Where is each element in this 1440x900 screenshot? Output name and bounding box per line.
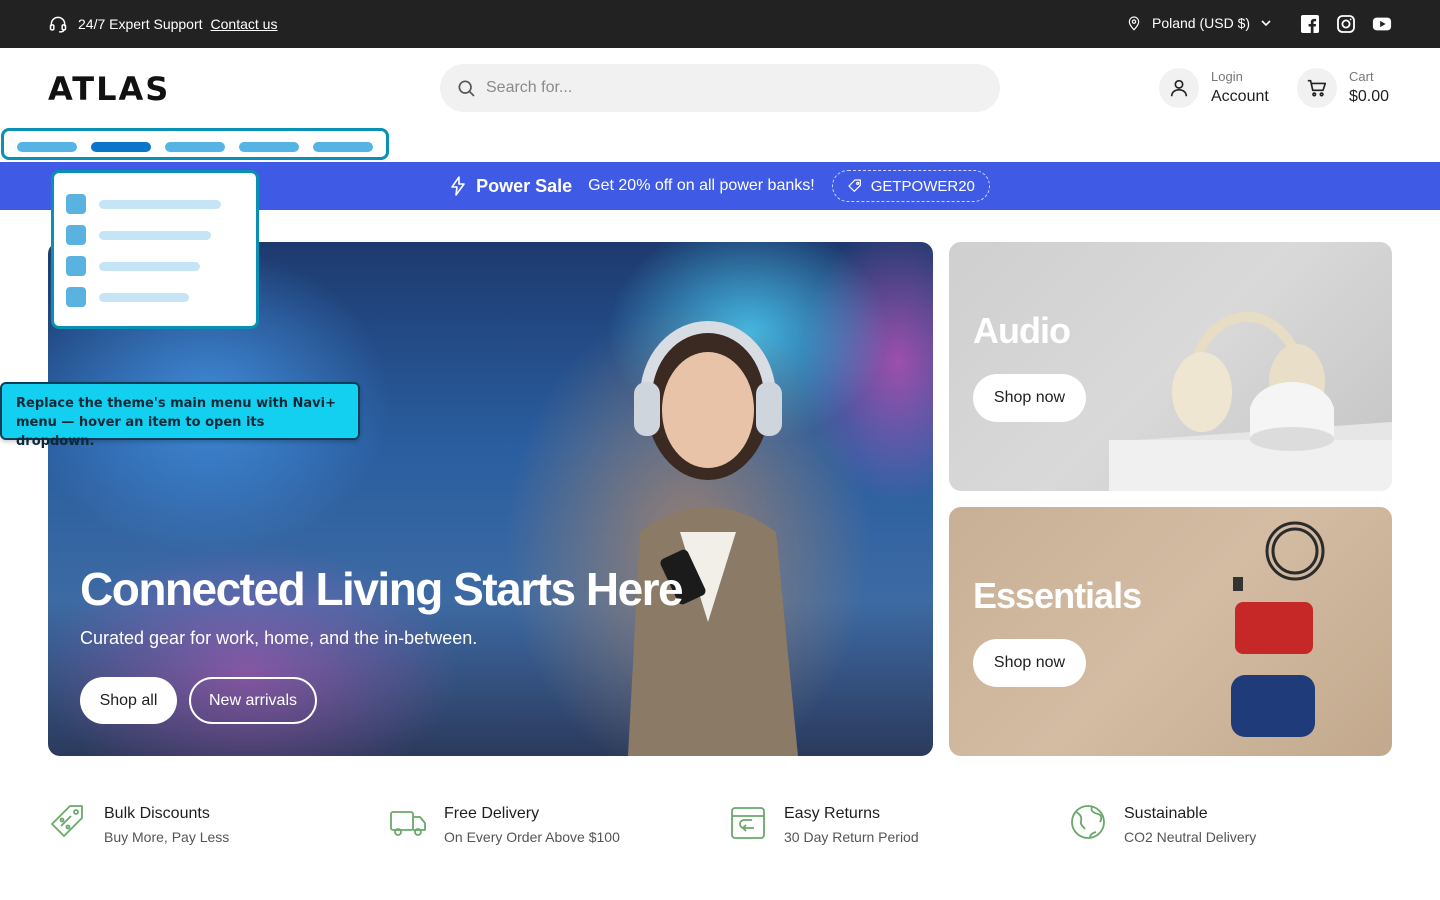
cart-total: $0.00 bbox=[1349, 88, 1390, 105]
cart-label: Cart bbox=[1349, 69, 1374, 84]
location-pin-icon bbox=[1128, 16, 1140, 31]
announcement-bar: 24/7 Expert Support Contact us Poland (U… bbox=[0, 0, 1440, 48]
shop-all-button[interactable]: Shop all bbox=[80, 677, 177, 724]
instagram-icon[interactable] bbox=[1336, 14, 1356, 34]
dropdown-item-line bbox=[99, 231, 211, 240]
account-labels: Login Account bbox=[1211, 69, 1269, 107]
account-link[interactable]: Login Account bbox=[1159, 68, 1269, 108]
essentials-shop-now-button[interactable]: Shop now bbox=[973, 639, 1086, 687]
delivery-truck-icon bbox=[390, 811, 426, 836]
feature-title: Bulk Discounts bbox=[104, 805, 210, 822]
feature-sustainable: Sustainable CO2 Neutral Delivery bbox=[1068, 802, 1256, 845]
dropdown-placeholder bbox=[51, 170, 259, 329]
youtube-icon[interactable] bbox=[1372, 14, 1392, 34]
account-label: Account bbox=[1211, 88, 1269, 105]
dropdown-item-line bbox=[99, 200, 221, 209]
globe-icon bbox=[1071, 805, 1105, 839]
promo-code-badge[interactable]: GETPOWER20 bbox=[831, 170, 990, 202]
svg-text:ATLAS: ATLAS bbox=[48, 72, 170, 106]
tag-icon bbox=[847, 179, 861, 193]
cart-labels: Cart $0.00 bbox=[1349, 69, 1389, 107]
menu-item-placeholder-active[interactable] bbox=[91, 142, 151, 152]
chevron-down-icon bbox=[1261, 20, 1271, 27]
menu-item-placeholder[interactable] bbox=[239, 142, 299, 152]
search-bar[interactable] bbox=[440, 64, 1000, 112]
hero-image-person-with-headphones bbox=[628, 321, 798, 756]
country-selector-label: Poland (USD $) bbox=[1152, 15, 1251, 31]
search-icon bbox=[458, 80, 475, 97]
essentials-product-image bbox=[1231, 521, 1325, 737]
feature-free-delivery: Free Delivery On Every Order Above $100 bbox=[388, 802, 620, 845]
essentials-category-card[interactable]: Essentials Shop now bbox=[949, 507, 1392, 756]
feature-subtitle: Buy More, Pay Less bbox=[104, 829, 230, 845]
hero-subtitle: Curated gear for work, home, and the in-… bbox=[80, 628, 478, 648]
menu-item-placeholder[interactable] bbox=[165, 142, 225, 152]
menu-item-placeholder[interactable] bbox=[17, 142, 77, 152]
audio-category-card[interactable]: Audio Shop now bbox=[949, 242, 1392, 491]
search-input[interactable] bbox=[486, 79, 966, 97]
logo-wordmark: ATLAS bbox=[48, 70, 170, 108]
feature-subtitle: On Every Order Above $100 bbox=[444, 829, 620, 845]
feature-subtitle: 30 Day Return Period bbox=[784, 829, 919, 845]
dropdown-item-icon bbox=[66, 256, 86, 276]
dropdown-item-line bbox=[99, 262, 200, 271]
cart-icon bbox=[1297, 68, 1337, 108]
audio-card-title: Audio bbox=[973, 310, 1071, 351]
support-info: 24/7 Expert Support Contact us bbox=[48, 14, 277, 34]
user-icon bbox=[1159, 68, 1199, 108]
atlas-logo[interactable]: ATLAS bbox=[48, 70, 178, 111]
discount-tag-icon bbox=[51, 805, 83, 837]
account-login-label: Login bbox=[1211, 69, 1243, 84]
promo-text: Get 20% off on all power banks! bbox=[588, 177, 815, 194]
navi-plus-menu-placeholder bbox=[1, 128, 389, 160]
navi-plus-tooltip: Replace the theme's main menu with Navi+… bbox=[0, 382, 360, 449]
feature-title: Easy Returns bbox=[784, 805, 881, 822]
audio-shop-now-button[interactable]: Shop now bbox=[973, 374, 1086, 422]
cart-link[interactable]: Cart $0.00 bbox=[1297, 68, 1389, 108]
promo-title: Power Sale bbox=[476, 175, 573, 196]
essentials-card-title: Essentials bbox=[973, 575, 1142, 616]
feature-title: Sustainable bbox=[1124, 805, 1208, 822]
headset-icon bbox=[49, 16, 67, 33]
country-selector[interactable]: Poland (USD $) bbox=[1126, 14, 1272, 32]
feature-title: Free Delivery bbox=[444, 805, 540, 822]
support-text: 24/7 Expert Support bbox=[78, 16, 203, 32]
dropdown-item-line bbox=[99, 293, 189, 302]
feature-easy-returns: Easy Returns 30 Day Return Period bbox=[728, 802, 919, 845]
return-box-icon bbox=[731, 807, 765, 839]
facebook-icon[interactable] bbox=[1300, 14, 1320, 34]
menu-item-placeholder[interactable] bbox=[313, 142, 373, 152]
lightning-icon bbox=[450, 176, 466, 196]
dropdown-item-icon bbox=[66, 225, 86, 245]
promo-code: GETPOWER20 bbox=[870, 177, 975, 195]
new-arrivals-button[interactable]: New arrivals bbox=[189, 677, 317, 724]
feature-bulk-discounts: Bulk Discounts Buy More, Pay Less bbox=[48, 802, 229, 845]
audio-product-image bbox=[1109, 311, 1392, 491]
hero-title: Connected Living Starts Here bbox=[80, 563, 684, 615]
dropdown-item-icon bbox=[66, 287, 86, 307]
social-links bbox=[1300, 14, 1392, 34]
feature-subtitle: CO2 Neutral Delivery bbox=[1124, 829, 1257, 845]
dropdown-item-icon bbox=[66, 194, 86, 214]
contact-us-link[interactable]: Contact us bbox=[211, 16, 278, 32]
